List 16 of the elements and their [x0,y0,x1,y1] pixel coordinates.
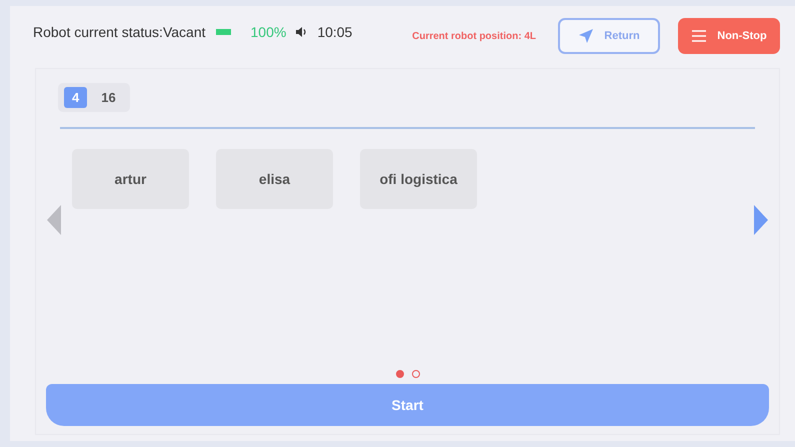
floor-tab[interactable]: 16 [93,87,124,108]
destination-button[interactable]: elisa [216,149,333,209]
speaker-icon [296,27,308,37]
clock-time: 10:05 [317,24,352,40]
destination-button[interactable]: artur [72,149,189,209]
page-dot[interactable] [396,370,404,378]
send-icon [578,28,594,44]
robot-position: Current robot position: 4L [412,30,536,42]
menu-icon [691,29,708,43]
destination-button[interactable]: ofi logistica [360,149,477,209]
battery-percent: 100% [250,24,286,40]
status-text: Robot current status:Vacant [33,24,206,40]
battery-icon [216,29,230,35]
non-stop-button[interactable]: Non-Stop [678,18,780,54]
page-dot[interactable] [412,370,420,378]
right-arrow-icon[interactable] [753,204,769,234]
